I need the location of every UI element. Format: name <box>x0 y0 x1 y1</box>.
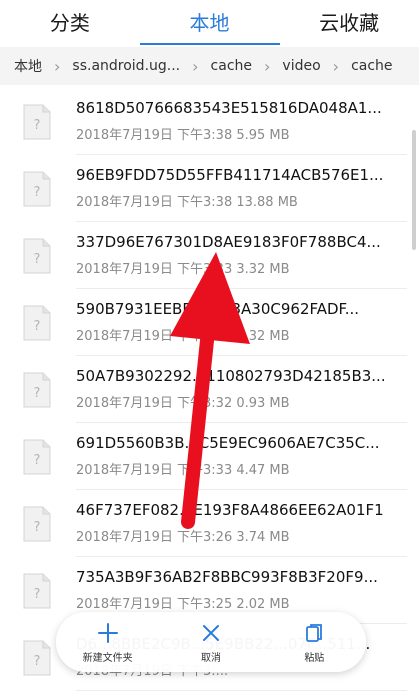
svg-text:?: ? <box>34 453 41 468</box>
svg-text:?: ? <box>34 520 41 535</box>
svg-text:?: ? <box>34 319 41 334</box>
paste-label: 粘贴 <box>304 652 325 664</box>
file-meta: 2018年7月19日 下午3:32 0.93 MB <box>76 396 290 411</box>
list-item[interactable]: ? 96EB9FDD75D55FFB411714ACB576E1... 2018年7… <box>0 155 419 222</box>
unknown-file-icon: ? <box>23 573 51 609</box>
file-meta: 2018年7月19日 下午3:38 13.88 MB <box>76 195 298 210</box>
tab-cloud-favorites[interactable]: 云收藏 <box>279 5 419 41</box>
unknown-file-icon: ? <box>23 506 51 542</box>
list-item[interactable]: ? 691D5560B3B...C5E9EC9606AE7C35C... 2018年… <box>0 423 419 490</box>
new-folder-button[interactable]: 新建文件夹 <box>63 621 153 664</box>
file-name: 735A3B9F36AB2F8BBC993F8B3F20F9... <box>76 568 378 586</box>
active-tab-indicator <box>140 43 280 45</box>
unknown-file-icon: ? <box>23 305 51 341</box>
top-tab-bar: 分类 本地 云收藏 <box>0 0 419 45</box>
list-item[interactable]: ? 590B7931EEBF...0393A30C962FADF... 2018年7… <box>0 289 419 356</box>
file-meta: 2018年7月19日 下午3:25 2.02 MB <box>76 597 290 612</box>
close-icon <box>202 624 219 641</box>
unknown-file-icon: ? <box>23 372 51 408</box>
breadcrumb-item-cache[interactable]: cache <box>203 58 260 74</box>
file-name: 46F737EF082...E193F8A4866EE62A01F1 <box>76 501 384 519</box>
list-item[interactable]: ? 337D96E767301D8AE9183F0F788BC4... 2018年7… <box>0 222 419 289</box>
unknown-file-icon: ? <box>23 171 51 207</box>
file-meta: 2018年7月19日 下午3:33 3.32 MB <box>76 262 290 277</box>
cancel-label: 取消 <box>200 652 221 664</box>
svg-text:?: ? <box>34 386 41 401</box>
chevron-right-icon: › <box>332 56 340 76</box>
file-name: 691D5560B3B...C5E9EC9606AE7C35C... <box>76 434 380 452</box>
file-name: 8618D50766683543E515816DA048A1... <box>76 99 382 117</box>
list-item[interactable]: ? 50A7B9302292...110802793D42185B3... 2018… <box>0 356 419 423</box>
file-name: 50A7B9302292...110802793D42185B3... <box>76 367 386 385</box>
svg-text:?: ? <box>34 185 41 200</box>
plus-icon <box>97 622 118 643</box>
breadcrumb-item-local[interactable]: 本地 <box>0 56 50 76</box>
list-item[interactable]: ? 46F737EF082...E193F8A4866EE62A01F1 2018年… <box>0 490 419 557</box>
cancel-button[interactable]: 取消 <box>166 621 256 664</box>
tab-category[interactable]: 分类 <box>0 5 140 41</box>
bottom-action-bar: 新建文件夹 取消 粘贴 <box>56 612 366 672</box>
svg-text:?: ? <box>34 654 41 669</box>
breadcrumb-item-cache-current[interactable]: cache <box>343 58 400 74</box>
chevron-right-icon: › <box>264 56 271 76</box>
file-list: ? 8618D50766683543E515816DA048A1... 2018年7… <box>0 88 419 691</box>
breadcrumb-item-package[interactable]: ss.android.ug... <box>64 58 188 74</box>
unknown-file-icon: ? <box>23 238 51 274</box>
unknown-file-icon: ? <box>23 104 51 140</box>
chevron-right-icon: › <box>54 56 61 76</box>
unknown-file-icon: ? <box>23 439 51 475</box>
file-name: 337D96E767301D8AE9183F0F788BC4... <box>76 233 381 251</box>
unknown-file-icon: ? <box>23 640 51 676</box>
svg-text:?: ? <box>34 252 41 267</box>
paste-button[interactable]: 粘贴 <box>269 621 359 664</box>
paste-icon <box>306 623 323 642</box>
list-item[interactable]: ? 8618D50766683543E515816DA048A1... 2018年7… <box>0 88 419 155</box>
file-meta: 2018年7月19日 下午3:26 3.74 MB <box>76 530 290 545</box>
file-meta: 2018年7月19日 下午3:38 5.95 MB <box>76 128 290 143</box>
file-name: 96EB9FDD75D55FFB411714ACB576E1... <box>76 166 384 184</box>
chevron-right-icon: › <box>192 56 199 76</box>
svg-text:?: ? <box>34 118 41 133</box>
file-meta: 2018年7月19日 下午3:38 7.32 MB <box>76 329 290 344</box>
svg-text:?: ? <box>34 587 41 602</box>
file-name: 590B7931EEBF...0393A30C962FADF... <box>76 300 360 318</box>
new-folder-label: 新建文件夹 <box>82 652 133 664</box>
file-meta: 2018年7月19日 下午3:33 4.47 MB <box>76 463 290 478</box>
breadcrumb-item-video[interactable]: video <box>274 58 328 74</box>
breadcrumb: 本地 › ss.android.ug... › cache › video › … <box>0 47 419 85</box>
tab-local[interactable]: 本地 <box>140 5 280 41</box>
